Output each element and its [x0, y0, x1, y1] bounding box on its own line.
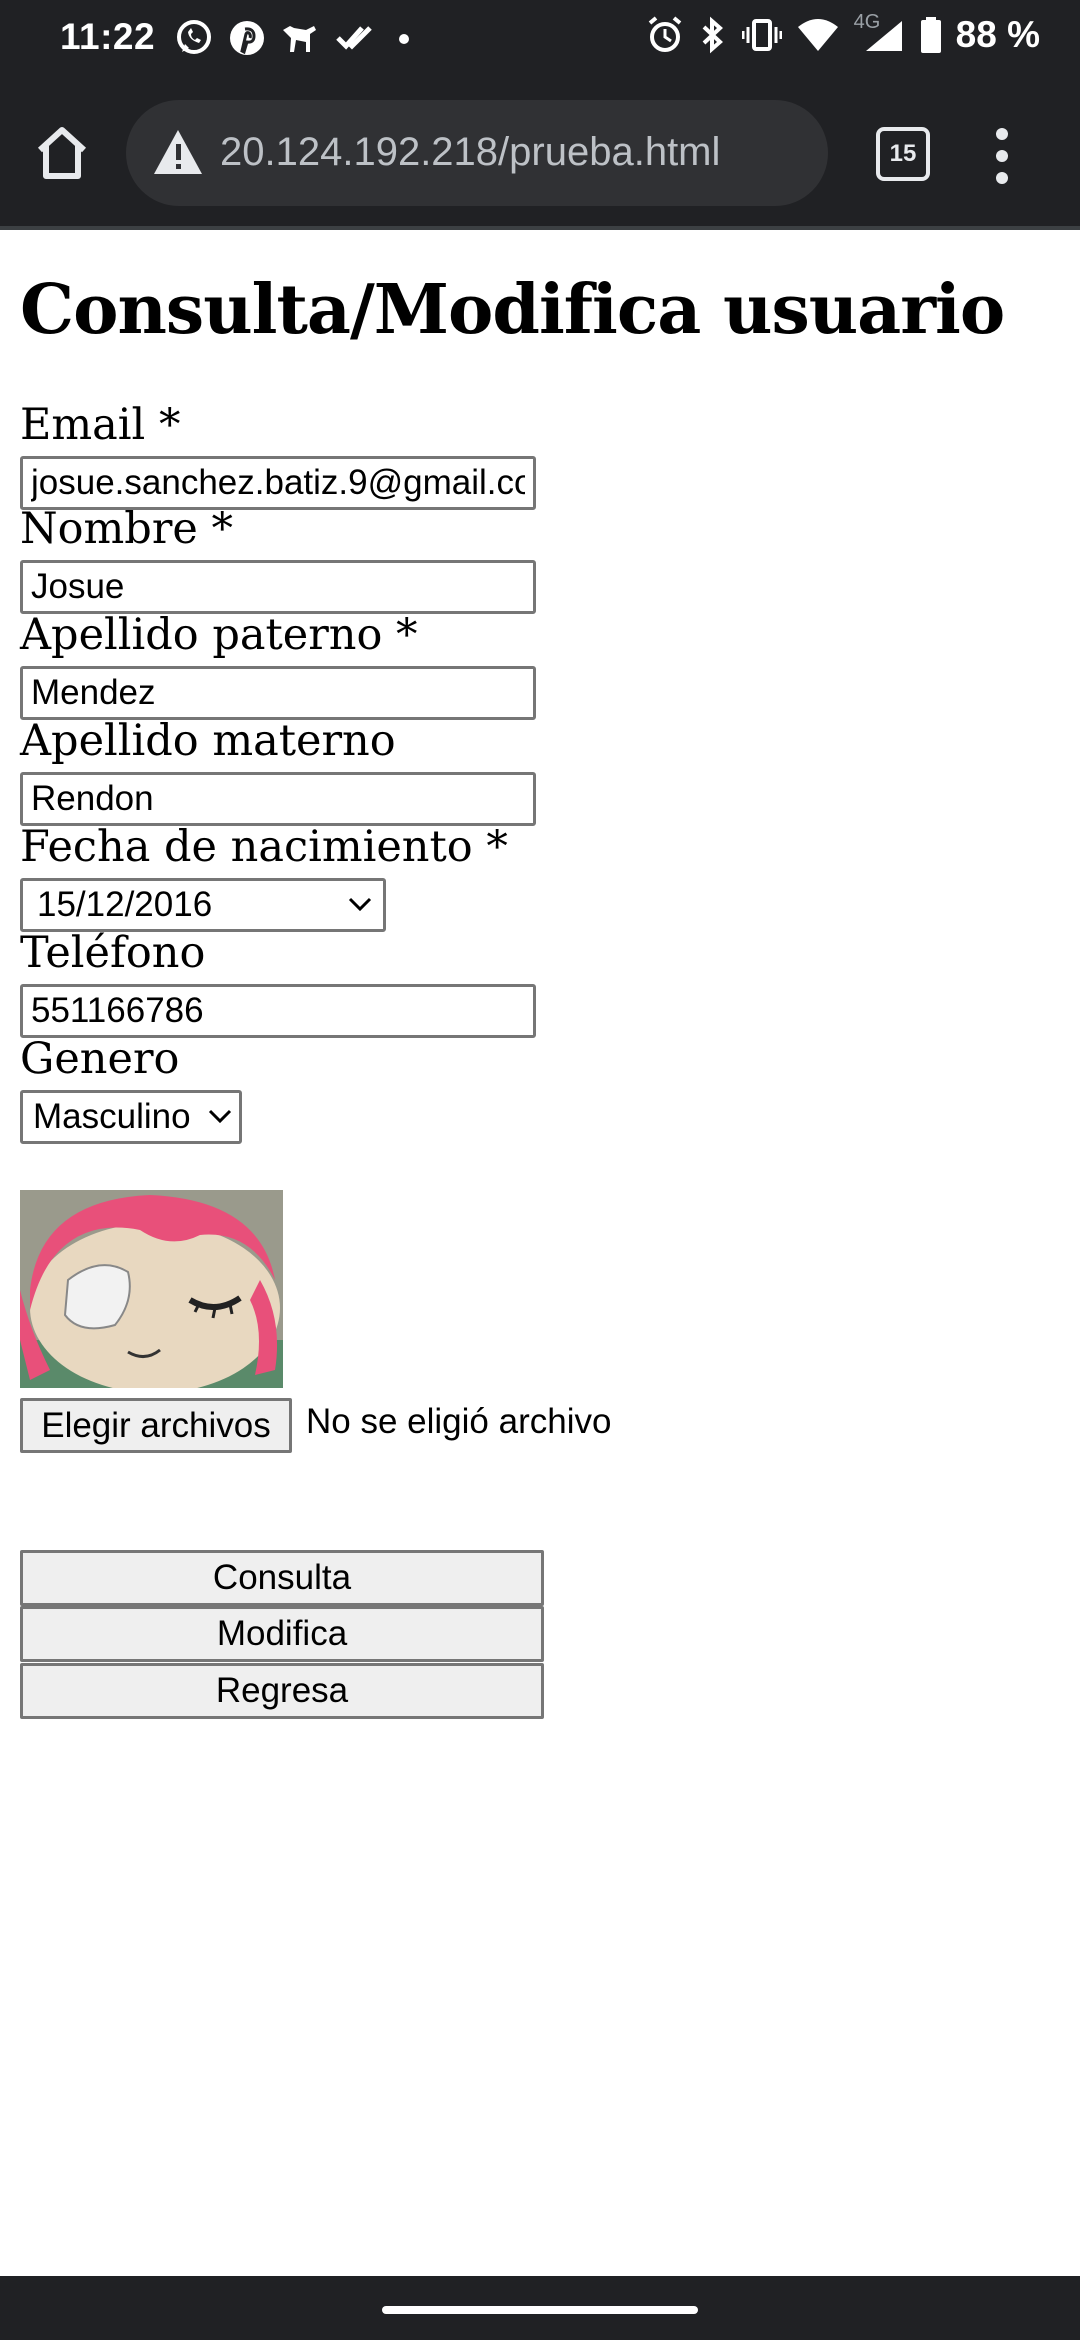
fecha-nacimiento-select[interactable]: 15/12/2016 [20, 878, 386, 932]
nombre-field[interactable] [20, 560, 536, 614]
notification-icons [174, 18, 418, 58]
signal-icon [865, 21, 902, 51]
file-status-text: No se eligió archivo [306, 1402, 612, 1441]
vibrate-icon [741, 19, 782, 51]
whatsapp-icon [177, 20, 211, 54]
apellido-materno-label: Apellido materno [20, 716, 396, 766]
dot-icon [399, 34, 409, 44]
address-bar[interactable]: 20.124.192.218/prueba.html [126, 100, 828, 206]
regresa-button[interactable]: Regresa [20, 1663, 544, 1719]
system-nav-bar [0, 2276, 1080, 2340]
apellido-paterno-label: Apellido paterno * [20, 610, 418, 660]
user-photo [20, 1190, 283, 1388]
battery-icon [920, 17, 941, 53]
pinterest-icon [230, 21, 264, 55]
home-icon [37, 127, 87, 179]
bluetooth-icon [702, 16, 723, 54]
page-title: Consulta/Modifica usuario [20, 270, 1005, 350]
dog-icon [283, 26, 316, 52]
telefono-field[interactable] [20, 984, 536, 1038]
more-vert-icon [996, 128, 1008, 184]
chevron-down-icon [348, 897, 372, 912]
fecha-nacimiento-label: Fecha de nacimiento * [20, 822, 508, 872]
chevron-down-icon [208, 1109, 232, 1124]
overflow-menu-button[interactable] [990, 124, 1014, 188]
tab-count: 15 [876, 127, 930, 181]
system-icons: 4G 88 % [646, 11, 1040, 56]
toolbar-divider [0, 226, 1080, 230]
home-button[interactable] [34, 122, 90, 182]
consulta-button[interactable]: Consulta [20, 1550, 544, 1606]
apellido-materno-field[interactable] [20, 772, 536, 826]
choose-files-button[interactable]: Elegir archivos [20, 1398, 292, 1453]
email-field[interactable] [20, 456, 536, 510]
genero-select[interactable]: Masculino [20, 1090, 242, 1144]
fecha-nacimiento-value: 15/12/2016 [37, 885, 213, 924]
telefono-label: Teléfono [20, 928, 206, 978]
signal-group: 4G [854, 11, 906, 55]
genero-label: Genero [20, 1034, 180, 1084]
apellido-paterno-field[interactable] [20, 666, 536, 720]
email-label: Email * [20, 400, 181, 450]
wifi-icon [797, 19, 838, 51]
home-gesture-handle[interactable] [382, 2306, 698, 2314]
browser-toolbar: 20.124.192.218/prueba.html 15 [0, 82, 1080, 228]
tab-switcher-button[interactable]: 15 [876, 127, 930, 181]
warning-icon[interactable] [152, 128, 204, 176]
genero-value: Masculino [33, 1097, 191, 1136]
alarm-icon [648, 16, 681, 52]
status-bar: 11:22 4G 88 % [0, 0, 1080, 82]
nombre-label: Nombre * [20, 504, 233, 554]
url-text[interactable]: 20.124.192.218/prueba.html [220, 130, 720, 175]
status-time: 11:22 [60, 16, 156, 57]
double-check-icon [336, 26, 372, 50]
modifica-button[interactable]: Modifica [20, 1606, 544, 1662]
battery-percent: 88 % [955, 14, 1040, 55]
